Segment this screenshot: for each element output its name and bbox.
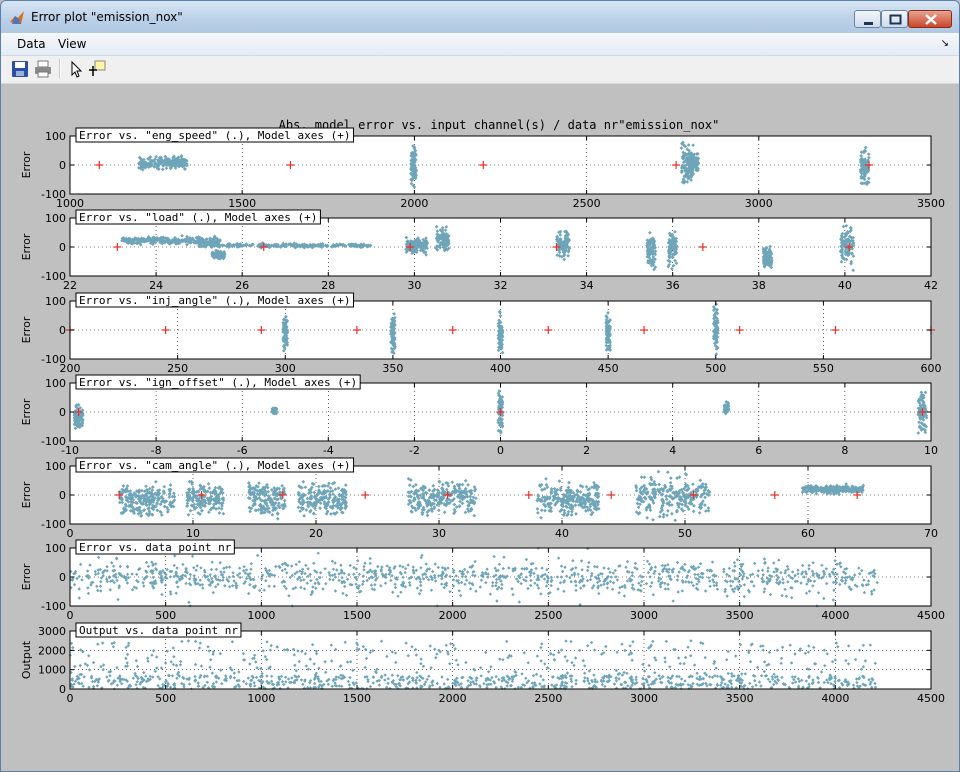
toolbar: [1, 56, 959, 84]
x-tick-label: 3500: [917, 197, 945, 210]
x-tick-label: -8: [151, 444, 162, 457]
window-title: Error plot "emission_nox": [31, 10, 183, 24]
x-tick-label: 30: [407, 279, 421, 292]
legend: Error vs. "inj_angle" (.), Model axes (+…: [75, 292, 355, 308]
x-tick-label: 26: [235, 279, 249, 292]
legend: Error vs. "load" (.), Model axes (+): [75, 209, 321, 225]
matlab-logo-icon: [10, 11, 24, 24]
x-tick-label: 50: [678, 527, 692, 540]
x-tick-label: 40: [838, 279, 852, 292]
x-tick-label: 0: [67, 527, 74, 540]
y-axis-label: Error: [20, 398, 33, 425]
x-tick-label: 10: [924, 444, 938, 457]
x-tick-label: 24: [149, 279, 163, 292]
axes-6: 0 500 1000 1500 2000 2500 3000 3500 4000 4500-100…: [20, 539, 945, 622]
x-tick-label: 0: [497, 444, 504, 457]
x-tick-label: 2500: [573, 197, 601, 210]
y-tick-label: -100: [41, 270, 66, 283]
minimize-icon: [864, 22, 873, 25]
legend-text: Error vs. "cam_angle" (.), Model axes (+…: [79, 459, 351, 472]
y-tick-label: -100: [41, 518, 66, 531]
legend: Error vs. "ign_offset" (.), Model axes (…: [75, 374, 361, 390]
toolbar-separator: [59, 59, 61, 79]
x-tick-label: 40: [555, 527, 569, 540]
legend-text: Error vs. "ign_offset" (.), Model axes (…: [79, 376, 357, 389]
x-tick-label: 30: [432, 527, 446, 540]
x-tick-label: -6: [237, 444, 248, 457]
x-tick-label: 400: [490, 362, 511, 375]
x-tick-label: 2000: [400, 197, 428, 210]
y-tick-label: 0: [59, 489, 66, 502]
y-tick-label: 0: [59, 241, 66, 254]
menu-bar: Data View ↘: [1, 33, 959, 56]
x-tick-label: 4: [669, 444, 676, 457]
x-tick-label: 250: [167, 362, 188, 375]
y-axis-label: Error: [20, 316, 33, 343]
plot-area: Abs. model error vs. input channel(s) / …: [20, 118, 945, 705]
y-tick-label: -100: [41, 188, 66, 201]
x-tick-label: 20: [309, 527, 323, 540]
pointer-icon[interactable]: [67, 60, 85, 78]
x-tick-label: -2: [409, 444, 420, 457]
x-tick-label: 450: [598, 362, 619, 375]
close-icon: [925, 14, 937, 25]
x-tick-label: 2: [583, 444, 590, 457]
x-tick-label: 36: [666, 279, 680, 292]
y-tick-label: 100: [45, 377, 66, 390]
y-axis-label: Error: [20, 151, 33, 178]
title-bar[interactable]: Error plot "emission_nox": [1, 1, 959, 33]
legend-text: Error vs. "eng_speed" (.), Model axes (+…: [79, 129, 351, 142]
y-tick-label: 100: [45, 295, 66, 308]
y-axis-label: Error: [20, 233, 33, 260]
x-tick-label: 500: [705, 362, 726, 375]
x-tick-label: 34: [580, 279, 594, 292]
y-tick-label: 0: [59, 324, 66, 337]
data-cursor-icon[interactable]: [88, 60, 106, 78]
legend-text: Error vs. "inj_angle" (.), Model axes (+…: [79, 294, 351, 307]
axes-5: 0 10 20 30 40 50 60 70-1000100ErrorError vs. "c…: [20, 457, 938, 540]
figure-window: Error plot "emission_nox" Data View ↘ Ab…: [0, 0, 960, 772]
axes-background: [70, 136, 931, 194]
menu-data[interactable]: Data: [17, 37, 46, 51]
x-tick-label: 42: [924, 279, 938, 292]
x-tick-label: 550: [813, 362, 834, 375]
y-tick-label: -100: [41, 435, 66, 448]
y-tick-label: 100: [45, 212, 66, 225]
x-tick-label: 38: [752, 279, 766, 292]
axes-3: 200 250 300 350 400 450 500 550 600-1000100Error…: [20, 292, 942, 375]
y-tick-label: 0: [59, 406, 66, 419]
x-tick-label: 8: [841, 444, 848, 457]
axes-2: 22 24 26 28 30 32 34 36 38 40 42-1000100ErrorError…: [20, 209, 938, 292]
axes-4: -10 -8 -6 -4 -2 0 2 4 6 8 10-1000100ErrorError vs.…: [20, 374, 938, 457]
y-axis-label: Error: [20, 481, 33, 508]
save-icon[interactable]: [11, 60, 29, 78]
maximize-icon: [889, 14, 902, 25]
legend: Error vs. "eng_speed" (.), Model axes (+…: [75, 127, 355, 143]
print-icon[interactable]: [34, 60, 52, 78]
x-tick-label: 300: [275, 362, 296, 375]
y-tick-label: 0: [59, 159, 66, 172]
x-tick-label: 600: [921, 362, 942, 375]
legend-text: Error vs. "load" (.), Model axes (+): [79, 211, 317, 224]
x-tick-label: 10: [186, 527, 200, 540]
x-tick-label: 28: [321, 279, 335, 292]
x-tick-label: 32: [494, 279, 508, 292]
y-tick-label: 100: [45, 460, 66, 473]
dock-arrow-icon[interactable]: ↘: [941, 38, 949, 49]
close-button[interactable]: [908, 10, 952, 28]
maximize-button[interactable]: [881, 10, 908, 28]
x-tick-label: 6: [755, 444, 762, 457]
x-tick-label: 1500: [228, 197, 256, 210]
y-tick-label: 100: [45, 130, 66, 143]
x-tick-label: 3000: [745, 197, 773, 210]
menu-view[interactable]: View: [58, 37, 86, 51]
axes-1: 1000 1500 2000 2500 3000 3500-1000100ErrorErr…: [20, 127, 945, 210]
legend: Error vs. "cam_angle" (.), Model axes (+…: [75, 457, 355, 473]
x-tick-label: 60: [801, 527, 815, 540]
minimize-button[interactable]: [854, 10, 881, 28]
x-tick-label: -4: [323, 444, 334, 457]
x-tick-label: 70: [924, 527, 938, 540]
x-tick-label: 350: [382, 362, 403, 375]
y-tick-label: -100: [41, 353, 66, 366]
